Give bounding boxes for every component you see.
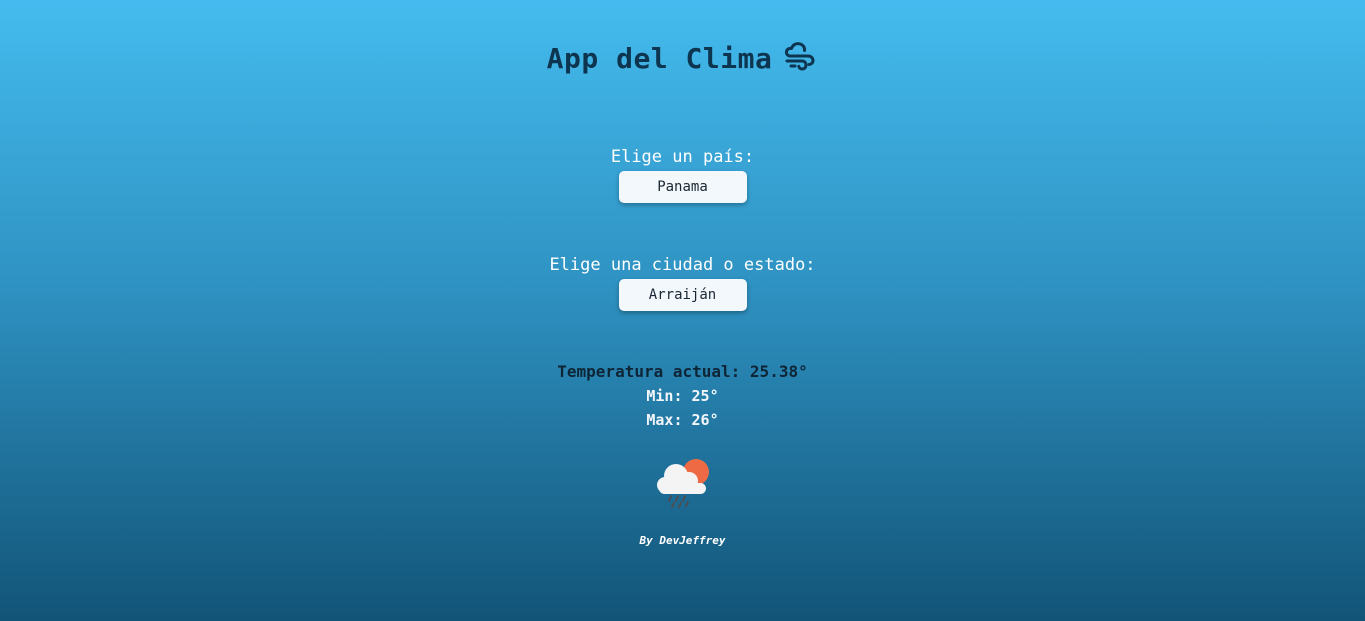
city-field: Elige una ciudad o estado: Arraiján [0,254,1365,311]
current-temperature: Temperatura actual: 25.38° [557,362,808,381]
weather-info: Temperatura actual: 25.38° Min: 25° Max:… [0,360,1365,432]
city-select[interactable]: Arraiján [618,279,747,311]
country-select[interactable]: Panama [618,171,747,203]
wind-cloud-icon [782,40,818,76]
sun-cloud-rain-icon [654,456,712,510]
country-field: Elige un país: Panama [0,146,1365,203]
page-title: App del Clima [546,41,773,75]
header: App del Clima [0,40,1365,76]
weather-app: App del Clima Elige un país: Panama Elig… [0,0,1365,621]
author-credit: By DevJeffrey [639,534,726,547]
city-label: Elige una ciudad o estado: [549,255,816,275]
country-label: Elige un país: [610,147,755,167]
min-temperature: Min: 25° [646,387,719,405]
max-temperature: Max: 26° [646,411,719,429]
